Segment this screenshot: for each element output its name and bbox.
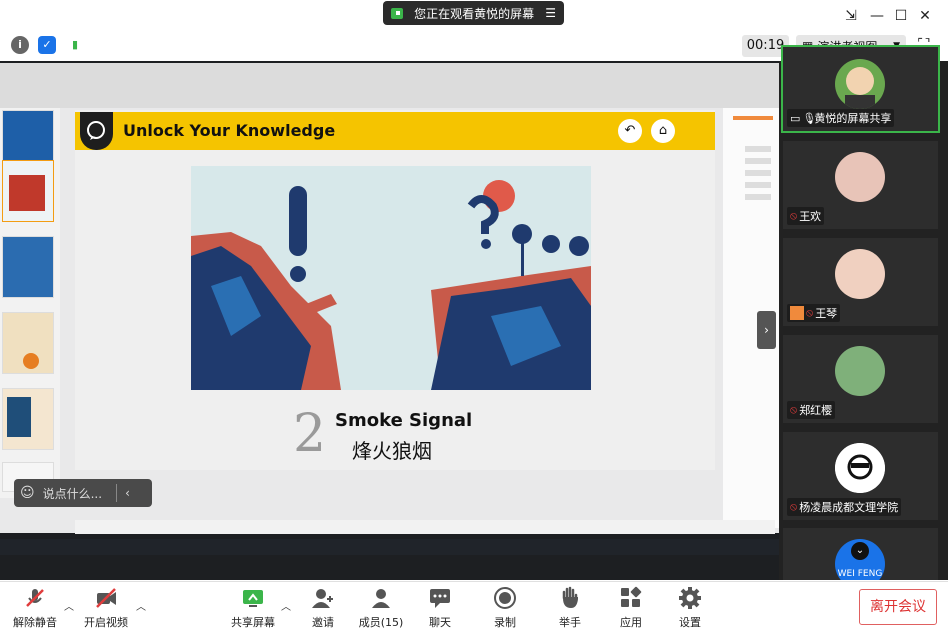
share-screen-label: 共享屏幕 [231, 616, 275, 629]
record-label: 录制 [494, 616, 516, 629]
status-bar [75, 520, 775, 534]
leave-meeting-button[interactable]: 离开会议 [859, 589, 937, 625]
users-icon [369, 586, 393, 610]
emoji-icon[interactable]: ☺ [20, 485, 35, 501]
shield-icon[interactable]: ✓ [38, 36, 56, 54]
mic-muted-icon: ⦸ [790, 209, 798, 222]
avatar [835, 152, 885, 202]
chat-bubble-icon [80, 112, 113, 150]
back-arrow-icon[interactable]: ↶ [618, 119, 642, 143]
add-user-icon [311, 586, 335, 610]
start-video-label: 开启视频 [84, 616, 128, 629]
hand-icon [558, 586, 582, 610]
close-button[interactable]: ✕ [914, 6, 936, 26]
chevron-up-icon[interactable]: ︿ [64, 598, 74, 613]
panel-accent [733, 116, 773, 120]
pin-icon[interactable]: ⇲ [840, 6, 862, 26]
raise-hand-button[interactable]: 举手 [538, 586, 602, 630]
avatar [835, 59, 885, 109]
members-label: 成员(15) [358, 616, 404, 629]
start-video-button[interactable]: 开启视频 [74, 586, 138, 630]
screen-share-icon [391, 7, 403, 19]
chevron-up-icon[interactable]: ︿ [281, 598, 291, 613]
avatar [835, 443, 885, 493]
participant-name: 王欢 [799, 210, 822, 223]
participant-name-row: ⦸ 王欢 [787, 207, 825, 225]
chat-icon [428, 586, 452, 610]
gear-icon [678, 586, 702, 610]
slide-thumbnail[interactable] [2, 312, 54, 374]
members-button[interactable]: 成员(15) [349, 586, 413, 630]
video-off-icon [94, 586, 118, 610]
slide-illustration [191, 166, 591, 390]
chevron-down-icon[interactable]: ⌄ [851, 542, 869, 560]
collapse-panel-button[interactable]: › [757, 311, 776, 349]
participant-name: WEI FENG [837, 569, 883, 579]
slide-number: 2 [293, 404, 327, 464]
participant-name: 王琴 [815, 307, 838, 320]
participant-name: 杨凌晨成都文理学院 [799, 501, 899, 514]
maximize-button[interactable]: ☐ [890, 6, 912, 26]
apps-icon [619, 586, 643, 610]
participant-tile[interactable]: ▭ 🎙 黄悦的屏幕共享 [781, 45, 940, 133]
minimize-button[interactable]: — [866, 6, 888, 26]
participant-tile[interactable]: ⦸ 王欢 [783, 141, 938, 229]
avatar [835, 249, 885, 299]
apps-label: 应用 [620, 616, 642, 629]
participant-name: 黄悦的屏幕共享 [814, 112, 892, 125]
share-screen-button[interactable]: 共享屏幕 [221, 586, 285, 630]
chevron-up-icon[interactable]: ︿ [136, 598, 146, 613]
mic-muted-icon: ⦸ [790, 403, 798, 416]
slide-thumbnail[interactable] [2, 236, 54, 298]
app-toolbar [0, 63, 779, 108]
participant-tile[interactable]: ⦸ 郑红樱 [783, 335, 938, 423]
unmute-label: 解除静音 [13, 616, 57, 629]
slide-title: Unlock Your Knowledge [123, 121, 336, 140]
participant-tile[interactable]: WEI FENG ⌄ [783, 528, 938, 580]
os-taskbar [0, 539, 779, 555]
participant-name-row: ⦸ 王琴 [787, 304, 841, 322]
share-banner[interactable]: 您正在观看黄悦的屏幕 ☰ [383, 1, 564, 25]
participant-name-row: ⦸ 郑红樱 [787, 401, 836, 419]
raise-hand-label: 举手 [559, 616, 581, 629]
chat-button[interactable]: 聊天 [408, 586, 472, 630]
record-button[interactable]: 录制 [473, 586, 537, 630]
mic-muted-icon [23, 586, 47, 610]
panel-options [745, 140, 771, 340]
slide-subtitle-en: Smoke Signal [335, 410, 473, 431]
participant-name: 郑红樱 [799, 404, 833, 417]
menu-icon[interactable]: ☰ [545, 6, 556, 20]
divider [116, 484, 118, 502]
settings-label: 设置 [679, 616, 701, 629]
chat-label: 聊天 [429, 616, 451, 629]
record-icon [493, 586, 517, 610]
slide-thumbnail[interactable] [2, 388, 54, 450]
signal-icon[interactable]: ▮ [66, 36, 84, 54]
mic-muted-icon: ⦸ [790, 500, 798, 513]
screen-share-icon: ▭ [790, 111, 801, 125]
info-icon[interactable]: i [11, 36, 29, 54]
settings-button[interactable]: 设置 [658, 586, 722, 630]
mic-muted-icon: ⦸ [806, 306, 814, 319]
unmute-button[interactable]: 解除静音 [3, 586, 67, 630]
slide-thumbnail[interactable] [2, 160, 54, 222]
apps-button[interactable]: 应用 [599, 586, 663, 630]
user-icon [790, 306, 804, 320]
participant-name-row: ⦸ 杨凌晨成都文理学院 [787, 498, 902, 516]
share-banner-text: 您正在观看黄悦的屏幕 [414, 6, 535, 21]
chat-input[interactable]: ☺ 说点什么... ‹ [14, 479, 152, 507]
participant-name-row: ▭ 🎙 黄悦的屏幕共享 [787, 109, 895, 127]
invite-button[interactable]: 邀请 [291, 586, 355, 630]
invite-label: 邀请 [312, 616, 334, 629]
chat-placeholder: 说点什么... [42, 486, 103, 501]
mic-icon: 🎙 [802, 112, 817, 125]
slide-subtitle-cn: 烽火狼烟 [352, 439, 432, 463]
participant-tile[interactable]: ⦸ 王琴 [783, 238, 938, 326]
home-icon[interactable]: ⌂ [651, 119, 675, 143]
meeting-timer: 00:19 [742, 35, 789, 57]
participant-tile[interactable]: ⦸ 杨凌晨成都文理学院 [783, 432, 938, 520]
screen-share-icon [241, 586, 265, 610]
chevron-left-icon[interactable]: ‹ [125, 486, 130, 500]
avatar [835, 346, 885, 396]
